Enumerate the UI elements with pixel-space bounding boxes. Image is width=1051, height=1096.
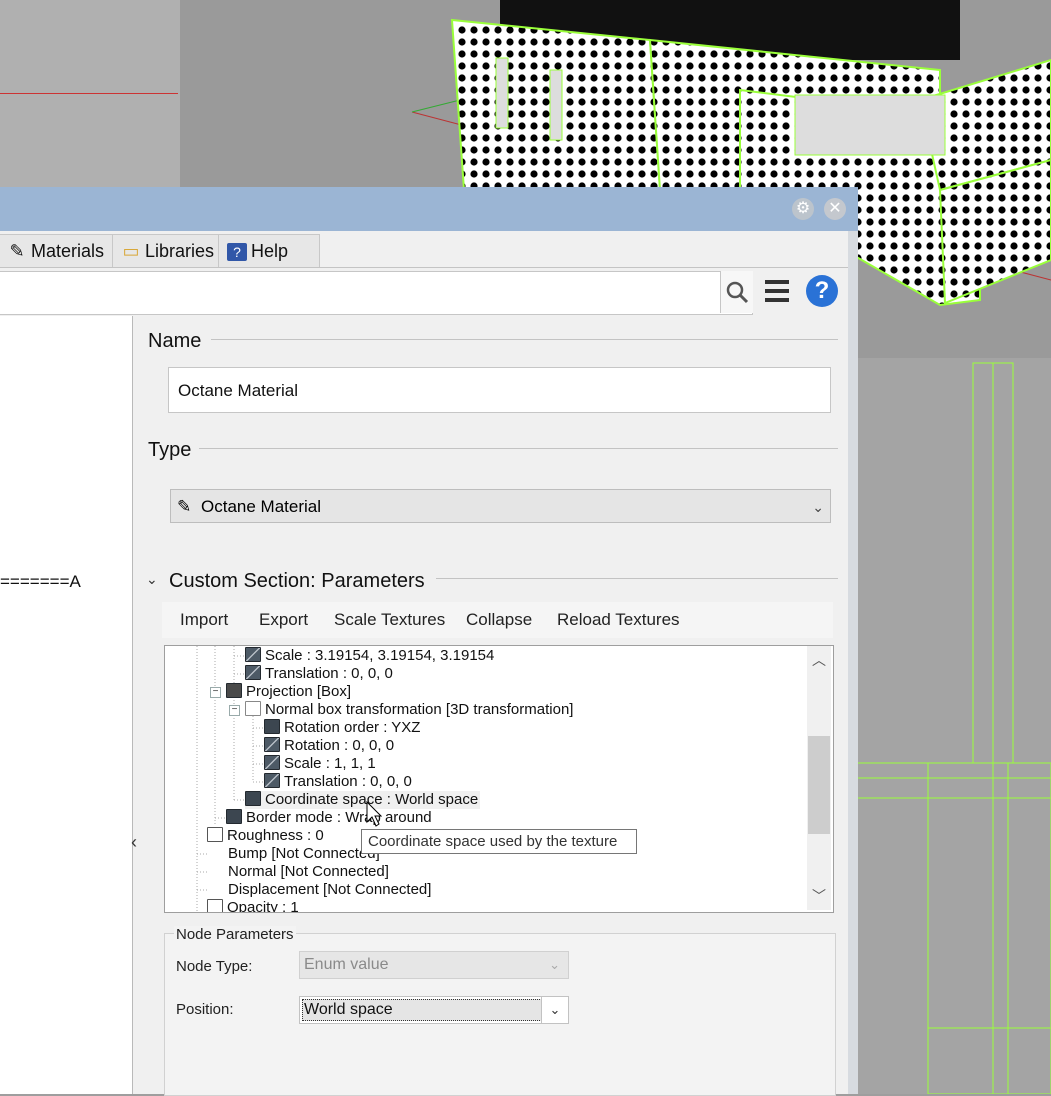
node-parameters-legend: Node Parameters [174,926,296,943]
tree-row-selected[interactable]: Coordinate space : World space [245,791,481,809]
scroll-thumb[interactable] [808,736,830,834]
splitter-handle[interactable]: ‹ [131,832,137,853]
tree-row[interactable]: Roughness : 0 [207,827,324,845]
node-type-value: Enum value [304,956,389,973]
type-select[interactable]: ✎ Octane Material ⌄ [170,489,831,523]
chevron-down-icon: ⌄ [812,499,824,515]
value-icon [264,755,280,770]
float-icon [207,899,223,912]
search-input[interactable] [0,271,753,315]
position-value: World space [304,1001,393,1018]
collapse-toggle[interactable]: − [210,687,221,698]
name-field[interactable]: Octane Material [168,367,831,413]
custom-section-divider [436,578,838,579]
tooltip: Coordinate space used by the texture [361,829,637,854]
node-type-select: Enum value ⌄ [299,951,569,979]
tab-materials[interactable]: ✎ Materials [0,234,118,267]
tree-row[interactable]: Rotation : 0, 0, 0 [264,737,394,755]
type-divider [199,448,838,449]
node-tree[interactable]: Scale : 3.19154, 3.19154, 3.19154 Transl… [164,645,834,913]
menu-icon[interactable] [764,278,790,304]
tab-libraries[interactable]: ▭ Libraries [112,234,224,267]
search-button[interactable] [720,271,753,313]
tree-row[interactable]: Displacement [Not Connected] [228,881,431,899]
axis-line [0,93,178,94]
tree-row[interactable]: Translation : 0, 0, 0 [245,665,393,683]
collapse-button[interactable]: Collapse [466,602,532,638]
value-icon [245,665,261,680]
custom-section-heading[interactable]: Custom Section: Parameters [169,570,425,593]
tree-row[interactable]: Projection [Box] [226,683,351,701]
help-icon[interactable]: ? [806,275,838,307]
close-icon[interactable]: ✕ [824,198,846,220]
position-label: Position: [176,1001,234,1018]
scroll-up-icon[interactable]: ︿ [812,650,826,670]
reload-textures-button[interactable]: Reload Textures [557,602,680,638]
enum-icon [264,719,280,734]
name-divider [211,339,838,340]
chevron-down-icon[interactable]: ⌄ [541,997,568,1023]
float-icon [207,827,223,842]
tab-help[interactable]: ? Help [218,234,320,267]
node-icon [226,683,242,698]
material-list-pane[interactable]: =======A [0,316,133,1094]
node-type-label: Node Type: [176,958,253,975]
chevron-down-icon[interactable]: ⌄ [146,571,158,588]
transform-icon [245,701,261,716]
tree-row[interactable]: Translation : 0, 0, 0 [264,773,412,791]
folder-icon: ▭ [122,241,140,261]
help-book-icon: ? [227,243,247,261]
search-icon [726,281,749,304]
tree-row[interactable]: Scale : 1, 1, 1 [264,755,376,773]
chevron-down-icon: ⌄ [549,957,560,972]
collapse-toggle[interactable]: − [229,705,240,716]
tree-row[interactable]: Normal [Not Connected] [228,863,389,881]
panel-titlebar[interactable]: ⚙ ✕ [0,187,858,231]
value-icon [264,773,280,788]
tree-row[interactable]: Border mode : Wrap around [226,809,432,827]
enum-icon [226,809,242,824]
name-heading: Name [148,330,202,352]
scale-textures-button[interactable]: Scale Textures [334,602,445,638]
import-button[interactable]: Import [180,602,228,638]
tree-row[interactable]: Bump [Not Connected] [228,845,380,863]
viewport-top[interactable] [858,358,1051,1094]
gear-icon[interactable]: ⚙ [792,198,814,220]
type-heading: Type [148,439,192,461]
value-icon [264,737,280,752]
mouse-cursor-icon [366,801,382,827]
value-icon [245,647,261,662]
export-button[interactable]: Export [259,602,308,638]
tree-row[interactable]: Scale : 3.19154, 3.19154, 3.19154 [245,647,494,665]
tree-row[interactable]: Rotation order : YXZ [264,719,420,737]
scroll-down-icon[interactable]: ﹀ [812,886,826,906]
enum-icon [245,791,261,806]
type-select-value: Octane Material [201,497,321,516]
node-parameters-group: Node Parameters Node Type: Enum value ⌄ … [164,926,836,1096]
tree-row[interactable]: Opacity : 1 [207,899,299,912]
position-select[interactable]: World space ⌄ [299,996,569,1024]
dropper-icon: ✎ [177,497,192,516]
viewport-wireframe [858,358,1051,1094]
dropper-icon: ✎ [9,241,25,261]
tree-row[interactable]: Normal box transformation [3D transforma… [245,701,573,719]
left-pane-text: =======A [0,572,81,591]
viewport-left[interactable] [0,0,180,188]
